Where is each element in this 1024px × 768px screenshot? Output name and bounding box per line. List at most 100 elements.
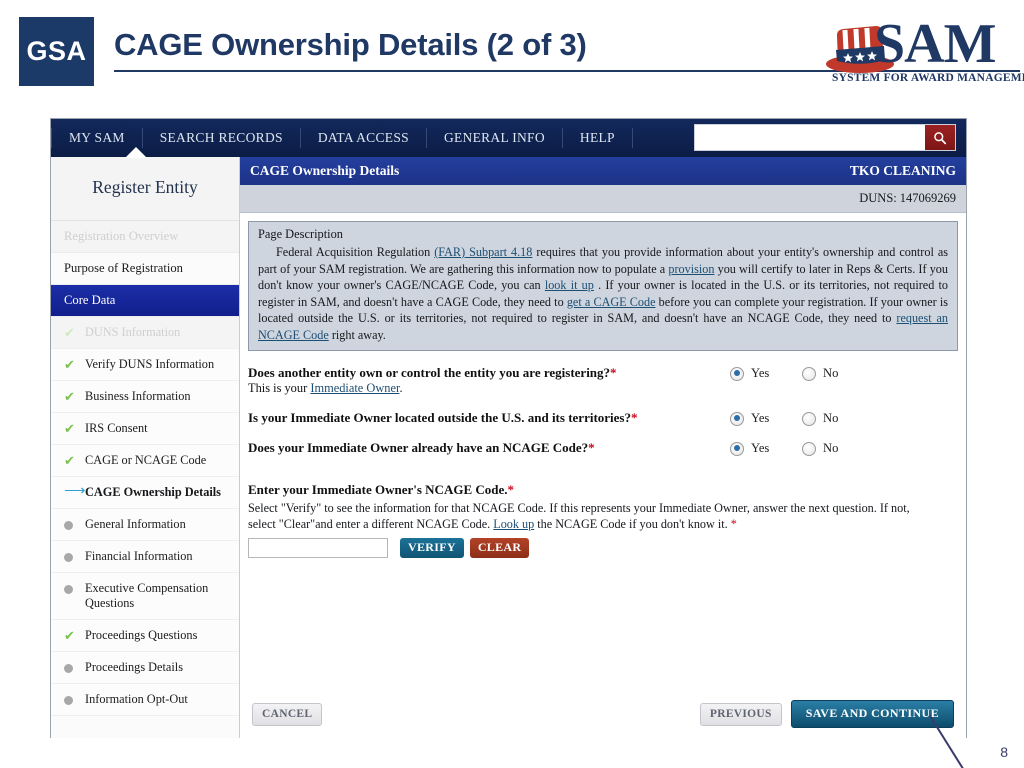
form-footer: CANCEL PREVIOUS SAVE AND CONTINUE (240, 700, 966, 728)
dot-icon (64, 581, 81, 596)
sam-logo-word: SAM (874, 13, 996, 75)
radio-yes-indicator[interactable] (730, 411, 744, 426)
immediate-owner-link[interactable]: Immediate Owner (310, 381, 399, 395)
radio-option-no[interactable]: No (802, 366, 874, 381)
question-text: Does another entity own or control the e… (248, 365, 708, 396)
sam-logo: SAM SYSTEM FOR AWARD MANAGEMENT (818, 12, 1024, 90)
search-icon (934, 131, 947, 144)
radio-no-label: No (823, 366, 839, 380)
sidebar: Register Entity Registration Overview Pu… (51, 157, 240, 738)
search-box (694, 124, 956, 151)
nav-item-data-access[interactable]: DATA ACCESS (301, 128, 427, 148)
page-description-title: Page Description (258, 227, 343, 241)
answer-radio-group: Yes No (730, 410, 874, 426)
sidebar-item-label: IRS Consent (85, 421, 148, 435)
required-asterisk: * (588, 440, 595, 455)
page-description-body: Federal Acquisition Regulation (FAR) Sub… (258, 244, 948, 343)
radio-yes-indicator[interactable] (730, 441, 744, 456)
previous-button[interactable]: PREVIOUS (699, 702, 782, 726)
sidebar-item-executive-compensation-questions[interactable]: Executive Compensation Questions (51, 573, 239, 620)
check-icon: ✔ (64, 357, 75, 372)
radio-option-yes[interactable]: Yes (730, 366, 802, 381)
sidebar-item-cage-or-ncage-code[interactable]: ✔ CAGE or NCAGE Code (51, 445, 239, 477)
slide-title-block: CAGE Ownership Details (2 of 3) (114, 25, 1020, 72)
sidebar-item-purpose-of-registration[interactable]: Purpose of Registration (51, 253, 239, 285)
answer-radio-group: Yes No (730, 440, 874, 456)
sidebar-item-proceedings-details[interactable]: Proceedings Details (51, 652, 239, 684)
content-header: CAGE Ownership Details TKO CLEANING (240, 157, 966, 185)
answer-radio-group: Yes No (730, 365, 874, 381)
radio-no-label: No (823, 411, 839, 425)
radio-option-yes[interactable]: Yes (730, 441, 802, 456)
active-nav-pointer (125, 147, 147, 158)
provision-link[interactable]: provision (668, 262, 714, 276)
required-asterisk: * (631, 410, 638, 425)
search-button[interactable] (925, 125, 955, 150)
sidebar-item-irs-consent[interactable]: ✔ IRS Consent (51, 413, 239, 445)
question-label: Does your Immediate Owner already have a… (248, 440, 589, 455)
question-row-ownership: Does another entity own or control the e… (248, 365, 958, 396)
sidebar-item-label: General Information (85, 517, 186, 531)
radio-option-yes[interactable]: Yes (730, 411, 802, 426)
sidebar-item-general-information[interactable]: General Information (51, 509, 239, 541)
cancel-button[interactable]: CANCEL (252, 702, 323, 726)
nav-item-search-records[interactable]: SEARCH RECORDS (143, 128, 301, 148)
sidebar-item-verify-duns-information[interactable]: ✔ Verify DUNS Information (51, 349, 239, 381)
sidebar-item-label: Proceedings Questions (85, 628, 198, 642)
sidebar-item-proceedings-questions[interactable]: ✔ Proceedings Questions (51, 620, 239, 652)
sidebar-item-business-information[interactable]: ✔ Business Information (51, 381, 239, 413)
sam-logo-tagline: SYSTEM FOR AWARD MANAGEMENT (832, 72, 1024, 84)
dot-icon (64, 660, 81, 675)
entity-name: TKO CLEANING (849, 163, 956, 178)
question-subtext: This is your Immediate Owner. (248, 381, 708, 396)
sidebar-item-label: Business Information (85, 389, 191, 403)
question-row-outside-us: Is your Immediate Owner located outside … (248, 410, 958, 426)
radio-yes-indicator[interactable] (730, 366, 744, 381)
sidebar-item-label: Executive Compensation Questions (85, 581, 209, 610)
dot-icon (64, 517, 81, 532)
sidebar-item-core-data[interactable]: Core Data (51, 285, 239, 317)
ncage-entry-section: Enter your Immediate Owner's NCAGE Code.… (240, 482, 966, 558)
footer-right-buttons: PREVIOUS SAVE AND CONTINUE (699, 700, 954, 728)
ncage-help-2: the NCAGE Code if you don't know it. (534, 517, 731, 531)
sidebar-item-duns-information[interactable]: ✔ DUNS Information (51, 317, 239, 349)
top-navigation-bar: MY SAM SEARCH RECORDS DATA ACCESS GENERA… (51, 119, 966, 158)
ncage-look-up-link[interactable]: Look up (493, 517, 534, 531)
radio-no-indicator[interactable] (802, 441, 816, 456)
duns-bar: DUNS: 147069269 (240, 185, 966, 213)
ncage-title-text: Enter your Immediate Owner's NCAGE Code. (248, 482, 508, 497)
question-label: Is your Immediate Owner located outside … (248, 410, 631, 425)
pd-text-6: right away. (328, 327, 386, 342)
far-subpart-link[interactable]: (FAR) Subpart 4.18 (434, 245, 532, 259)
question-text: Does your Immediate Owner already have a… (248, 440, 708, 456)
nav-item-general-info[interactable]: GENERAL INFO (427, 128, 563, 148)
question-row-has-ncage: Does your Immediate Owner already have a… (248, 440, 958, 456)
duns-value: 147069269 (899, 191, 956, 205)
look-it-up-link[interactable]: look it up (545, 278, 594, 292)
check-icon: ✔ (64, 628, 75, 643)
radio-option-no[interactable]: No (802, 411, 874, 426)
page-title: CAGE Ownership Details (2 of 3) (114, 27, 587, 62)
radio-no-indicator[interactable] (802, 366, 816, 381)
check-icon: ✔ (64, 421, 75, 436)
sidebar-item-label: Verify DUNS Information (85, 357, 215, 371)
ncage-input-row: VERIFY CLEAR (248, 538, 958, 558)
nav-item-my-sam[interactable]: MY SAM (51, 128, 143, 148)
ncage-code-input[interactable] (248, 538, 388, 558)
question-label: Does another entity own or control the e… (248, 365, 611, 380)
get-a-cage-code-link[interactable]: get a CAGE Code (567, 295, 656, 309)
sam-application-window: MY SAM SEARCH RECORDS DATA ACCESS GENERA… (50, 118, 967, 738)
sidebar-item-registration-overview[interactable]: Registration Overview (51, 221, 239, 253)
sidebar-item-financial-information[interactable]: Financial Information (51, 541, 239, 573)
subtext-suffix: . (399, 381, 403, 395)
nav-item-help[interactable]: HELP (563, 128, 633, 148)
clear-button[interactable]: CLEAR (469, 538, 530, 558)
radio-option-no[interactable]: No (802, 441, 874, 456)
verify-button[interactable]: VERIFY (400, 538, 464, 558)
slide-number-slash (930, 714, 990, 768)
sidebar-item-cage-ownership-details[interactable]: ⟶ CAGE Ownership Details (51, 477, 239, 509)
search-input[interactable] (695, 125, 925, 150)
radio-no-indicator[interactable] (802, 411, 816, 426)
content-header-title: CAGE Ownership Details (250, 163, 400, 178)
sidebar-item-information-opt-out[interactable]: Information Opt-Out (51, 684, 239, 716)
